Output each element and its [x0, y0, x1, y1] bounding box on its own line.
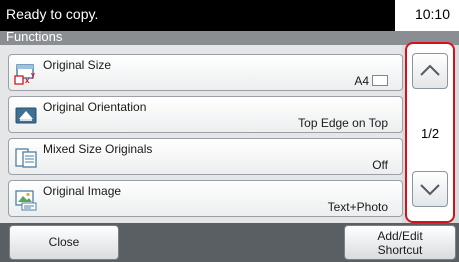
close-button[interactable]: Close	[9, 225, 119, 260]
functions-header	[0, 31, 459, 45]
function-value: A4	[354, 74, 388, 88]
status-message: Ready to copy.	[6, 6, 99, 22]
svg-text:x: x	[25, 76, 30, 85]
scroll-up-button[interactable]	[412, 53, 448, 89]
function-label: Original Image	[43, 184, 122, 198]
svg-text:y: y	[31, 72, 35, 79]
paper-size-icon	[372, 75, 388, 86]
clock: 10:10	[414, 6, 450, 22]
original-orientation-icon	[15, 107, 37, 124]
chevron-up-icon	[420, 64, 440, 76]
function-item-original-image[interactable]: Original Image Text+Photo	[8, 180, 403, 217]
original-image-icon	[15, 190, 37, 211]
function-value: Text+Photo	[327, 200, 388, 214]
page-title: Functions	[6, 29, 63, 44]
shortcut-label-line2: Shortcut	[377, 243, 423, 257]
original-size-icon: x y	[14, 64, 35, 85]
scroll-down-button[interactable]	[412, 171, 448, 207]
page-indicator: 1/2	[421, 126, 440, 141]
chevron-down-icon	[420, 184, 440, 196]
function-label: Original Size	[43, 58, 112, 72]
function-label: Mixed Size Originals	[43, 142, 153, 156]
shortcut-label-line1: Add/Edit	[377, 229, 423, 243]
function-value: Off	[372, 158, 388, 172]
function-label: Original Orientation	[43, 100, 147, 114]
add-edit-shortcut-button[interactable]: Add/Edit Shortcut	[344, 225, 456, 260]
function-value: Top Edge on Top	[298, 116, 388, 130]
function-item-original-size[interactable]: x y Original Size A4	[8, 54, 403, 91]
page-scroller: 1/2	[405, 42, 455, 223]
function-item-mixed-size-originals[interactable]: Mixed Size Originals Off	[8, 138, 403, 175]
function-item-original-orientation[interactable]: Original Orientation Top Edge on Top	[8, 96, 403, 133]
mixed-size-originals-icon	[15, 148, 37, 168]
